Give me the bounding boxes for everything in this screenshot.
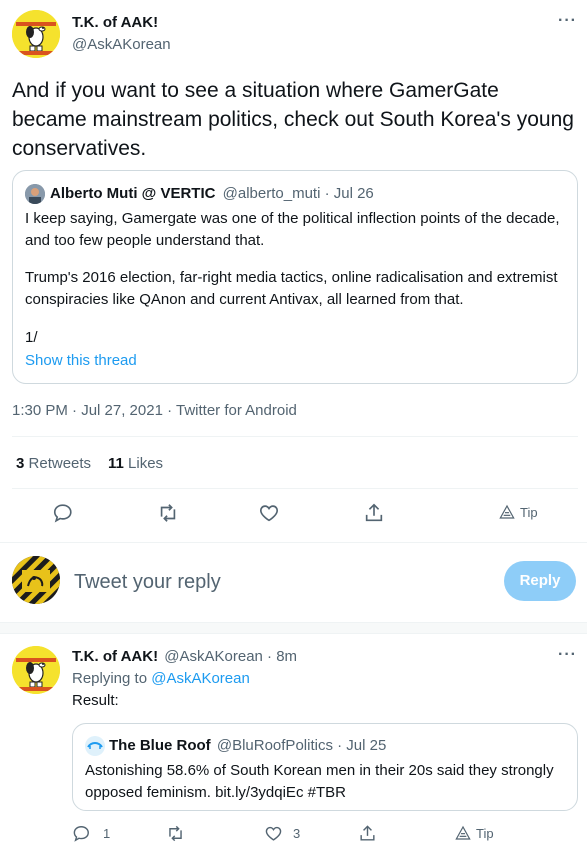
retweets-label: Retweets bbox=[28, 455, 92, 472]
reply-author-avatar[interactable] bbox=[12, 646, 60, 694]
reply-author-name[interactable]: T.K. of AAK! bbox=[72, 648, 158, 665]
retweets-count: 3 bbox=[16, 455, 25, 472]
like-icon[interactable] bbox=[258, 502, 280, 524]
reply-author-line: T.K. of AAK! @AskAKorean · 8m bbox=[72, 648, 297, 665]
hazard-avatar-icon bbox=[12, 556, 60, 604]
quoted-paragraph-2: Trump's 2016 election, far-right media t… bbox=[25, 269, 558, 308]
reply-quote-author-line: The Blue Roof @BluRoofPolitics · Jul 25 bbox=[109, 737, 386, 754]
tip-button[interactable]: Tip bbox=[499, 504, 538, 520]
tip-icon bbox=[499, 504, 515, 519]
snoopy-avatar-icon bbox=[12, 646, 60, 694]
retweet-icon[interactable] bbox=[157, 502, 179, 524]
reply-quote-handle-date: @BluRoofPolitics · Jul 25 bbox=[216, 737, 387, 754]
like-count: 3 bbox=[293, 826, 301, 841]
reply-quote-text: Astonishing 58.6% of South Korean men in… bbox=[85, 762, 554, 801]
divider bbox=[12, 436, 578, 437]
quoted-author-name[interactable]: Alberto Muti @ VERTIC bbox=[50, 185, 215, 202]
reply-icon[interactable] bbox=[52, 502, 74, 524]
quoted-paragraph-1: I keep saying, Gamergate was one of the … bbox=[25, 210, 560, 249]
share-icon bbox=[360, 825, 375, 841]
divider bbox=[0, 542, 587, 543]
reply-tip-button[interactable]: Tip bbox=[455, 825, 494, 841]
author-handle[interactable]: @AskAKorean bbox=[72, 36, 171, 53]
quoted-author-avatar[interactable] bbox=[85, 736, 105, 756]
share-icon[interactable] bbox=[363, 502, 385, 524]
retweet-icon bbox=[169, 825, 182, 842]
more-options-icon[interactable]: ··· bbox=[558, 12, 577, 30]
reply-icon bbox=[73, 826, 89, 842]
reply-quote-author-name[interactable]: The Blue Roof bbox=[109, 737, 211, 754]
author-avatar[interactable] bbox=[12, 10, 60, 58]
reply-handle-time: @AskAKorean · 8m bbox=[164, 648, 298, 665]
section-separator bbox=[0, 622, 587, 634]
likes-label: Likes bbox=[128, 455, 164, 472]
quoted-author-line: Alberto Muti @ VERTIC @alberto_muti · Ju… bbox=[50, 185, 374, 202]
reply-share-action[interactable] bbox=[358, 824, 377, 848]
reply-reply-action[interactable]: 1 bbox=[72, 824, 110, 843]
replying-to-prefix: Replying to bbox=[72, 670, 152, 687]
reply-button[interactable]: Reply bbox=[504, 561, 576, 601]
divider bbox=[12, 488, 578, 489]
reply-text: Result: bbox=[72, 692, 119, 709]
snoopy-avatar-icon bbox=[12, 10, 60, 58]
reply-retweet-action[interactable] bbox=[166, 824, 185, 848]
quoted-handle-date: @alberto_muti · Jul 26 bbox=[222, 185, 374, 202]
likes-count: 11 bbox=[108, 455, 124, 472]
tip-icon bbox=[455, 825, 471, 840]
tweet-text: And if you want to see a situation where… bbox=[12, 79, 574, 160]
quoted-paragraph-3: 1/ bbox=[25, 329, 38, 346]
tip-label: Tip bbox=[520, 504, 538, 520]
my-avatar[interactable] bbox=[12, 556, 60, 604]
replying-to-handle[interactable]: @AskAKorean bbox=[151, 670, 250, 687]
reply-like-action[interactable]: 3 bbox=[264, 824, 300, 843]
quoted-author-avatar[interactable] bbox=[25, 184, 45, 204]
reply-input[interactable]: Tweet your reply bbox=[74, 571, 221, 594]
blue-roof-logo-icon bbox=[85, 736, 105, 756]
show-thread-link[interactable]: Show this thread bbox=[25, 352, 137, 369]
author-name[interactable]: T.K. of AAK! bbox=[72, 14, 158, 31]
reply-tip-label: Tip bbox=[476, 825, 494, 841]
reply-count: 1 bbox=[103, 826, 111, 841]
likes-stat[interactable]: 11 Likes bbox=[108, 455, 163, 472]
replying-to-line: Replying to @AskAKorean bbox=[72, 670, 250, 687]
person-avatar-icon bbox=[25, 184, 45, 204]
tweet-timestamp[interactable]: 1:30 PM · Jul 27, 2021 · Twitter for And… bbox=[12, 402, 297, 419]
retweets-stat[interactable]: 3 Retweets bbox=[16, 455, 91, 472]
like-icon bbox=[265, 826, 282, 841]
reply-more-options-icon[interactable]: ··· bbox=[558, 646, 577, 664]
